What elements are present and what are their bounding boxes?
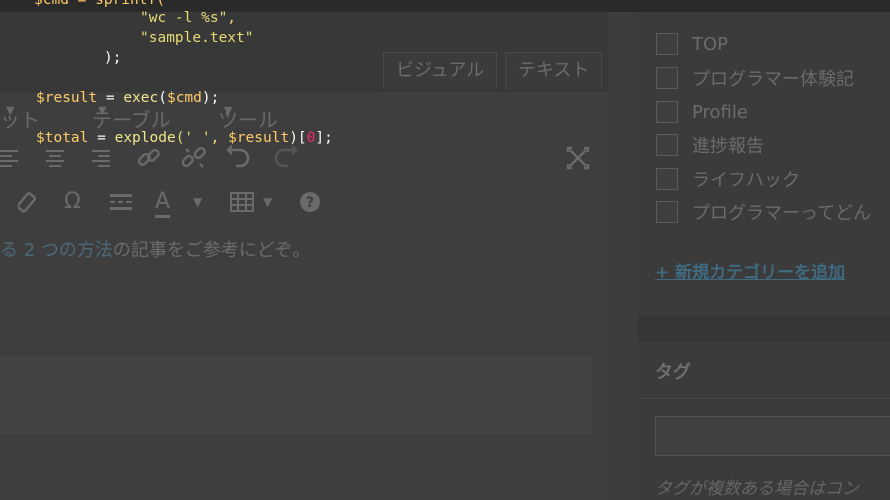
tags-hint: タグが複数ある場合はコン — [655, 479, 859, 499]
category-label: TOP — [692, 33, 729, 55]
checkbox[interactable] — [656, 33, 678, 55]
category-label: ライフハック — [692, 170, 800, 191]
editor-content[interactable]: る 2 つの方法の記事をご参考にどぞ。 — [0, 236, 310, 262]
code-token: ); — [104, 50, 122, 66]
code-token: ); — [201, 90, 220, 106]
table-icon[interactable] — [230, 182, 254, 222]
code-token: ]; — [315, 130, 333, 146]
text-color-icon[interactable]: A — [155, 182, 171, 222]
caret-down-icon[interactable]: ▼ — [263, 182, 272, 222]
content-link[interactable]: る 2 つの方法 — [0, 240, 113, 261]
code-overlay: $cmd = sprintf( "wc -l %s", "sample.text… — [0, 0, 600, 150]
special-char-icon[interactable]: Ω — [64, 182, 81, 222]
tag-input[interactable] — [655, 416, 890, 456]
code-token: = — [97, 90, 124, 106]
category-item[interactable]: 進捗報告 — [656, 131, 764, 159]
category-item[interactable]: プログラマーってどん — [656, 198, 871, 226]
category-item[interactable]: Profile — [656, 98, 748, 126]
checkbox[interactable] — [656, 101, 678, 123]
category-label: プログラマー体験記 — [692, 69, 854, 90]
code-token: "wc -l %s", — [140, 10, 237, 26]
post-sidebar: TOP プログラマー体験記 Profile 進捗報告 ライフハック プログラマー… — [638, 0, 890, 500]
help-glyph: ? — [306, 195, 314, 211]
add-category-link[interactable]: + 新規カテゴリーを追加 — [655, 258, 845, 283]
category-item[interactable]: ライフハック — [656, 165, 800, 193]
code-token: = — [88, 130, 115, 146]
horizontal-line-icon[interactable] — [110, 182, 134, 222]
sidebar-divider — [638, 316, 890, 342]
caret-down-icon[interactable]: ▼ — [193, 182, 202, 222]
tags-title: タグ — [655, 362, 691, 383]
code-line-total: $total = explode(' ', $result)[0]; — [36, 128, 333, 148]
editor-toolbar-2: Ω A ▼ ▼ ? — [0, 182, 608, 222]
checkbox[interactable] — [656, 201, 678, 223]
category-item[interactable]: プログラマー体験記 — [656, 64, 854, 92]
code-token: $total — [36, 130, 89, 146]
code-token: $cmd — [166, 90, 202, 106]
code-token: ( — [158, 90, 167, 106]
code-line-close: ); — [104, 48, 121, 68]
code-token: explode — [114, 130, 176, 146]
code-line-arg2: "sample.text" — [140, 28, 254, 48]
code-token: "sample.text" — [140, 30, 254, 46]
checkbox[interactable] — [656, 134, 678, 156]
content-text: の記事をご参考にどぞ。 — [112, 240, 311, 261]
code-token: $result — [36, 90, 98, 106]
text-color-letter: A — [155, 189, 171, 218]
editor-lower-box — [0, 356, 592, 434]
code-token: (' ', — [175, 130, 229, 146]
category-label: Profile — [692, 101, 748, 123]
code-token: exec — [123, 90, 159, 106]
tags-separator — [638, 398, 890, 399]
category-label: プログラマーってどん — [692, 203, 872, 224]
category-item[interactable]: TOP — [656, 30, 728, 58]
code-token: )[ — [289, 130, 307, 146]
code-token: $cmd = sprintf( — [34, 0, 165, 8]
category-label: 進捗報告 — [692, 136, 764, 157]
code-line-result: $result = exec($cmd); — [36, 88, 219, 108]
code-line-arg1: "wc -l %s", — [140, 8, 236, 28]
eraser-icon[interactable] — [18, 182, 40, 222]
help-icon[interactable]: ? — [299, 182, 321, 222]
code-token: $result — [228, 130, 290, 146]
checkbox[interactable] — [656, 67, 678, 89]
checkbox[interactable] — [656, 168, 678, 190]
category-list: TOP プログラマー体験記 Profile 進捗報告 ライフハック プログラマー… — [656, 18, 890, 240]
